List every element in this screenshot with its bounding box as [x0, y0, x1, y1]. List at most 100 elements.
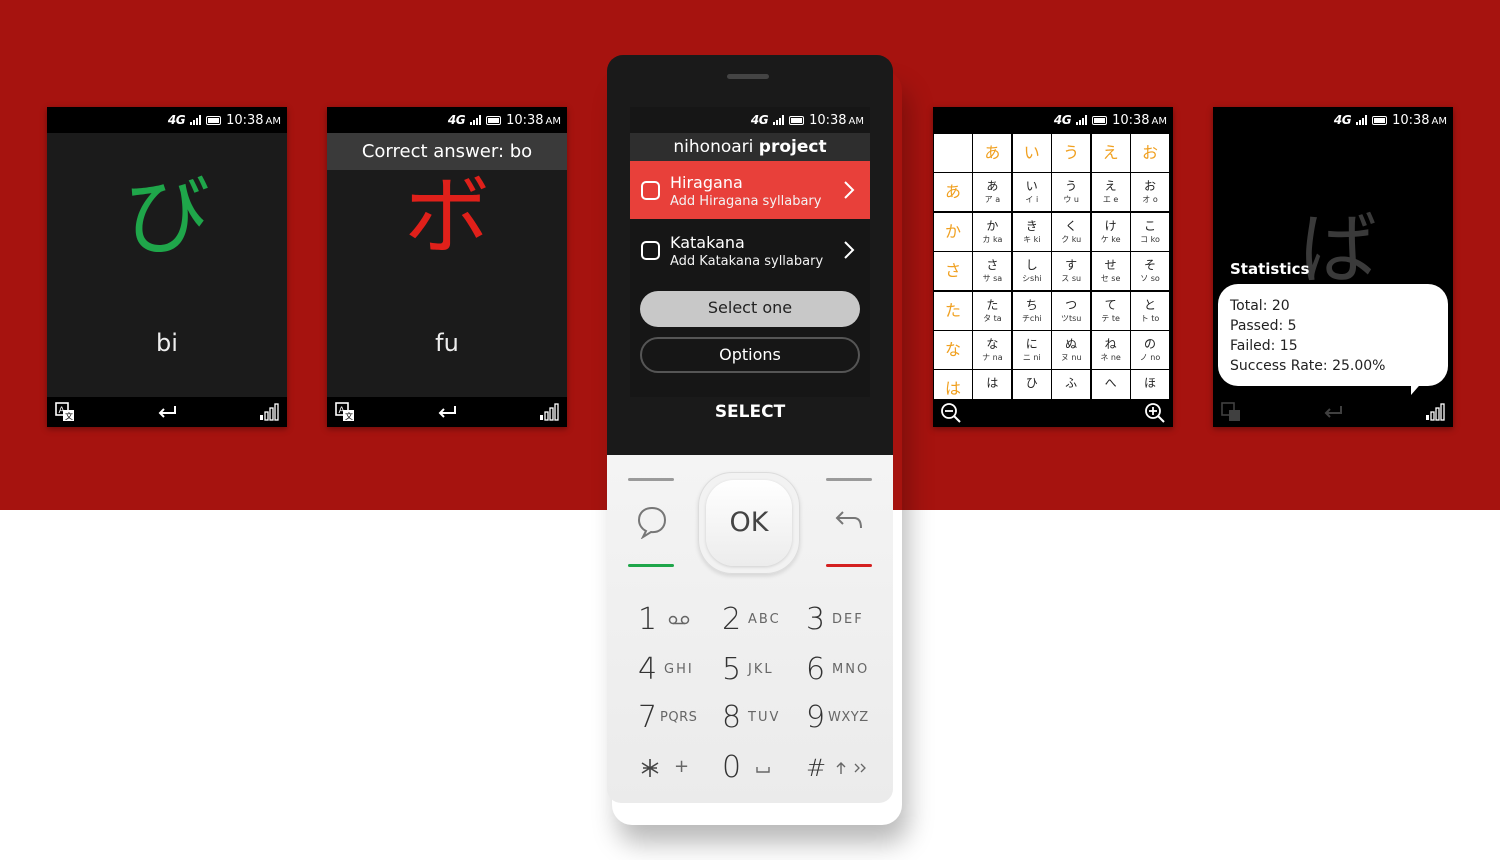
- chevron-right-icon: [844, 241, 855, 259]
- select-one-button[interactable]: Select one: [640, 291, 860, 327]
- correct-answer-banner: Correct answer: bo: [327, 133, 567, 170]
- kana-cell[interactable]: けケ ke: [1091, 212, 1130, 251]
- row-header: あ: [934, 173, 972, 212]
- kana-cell[interactable]: ねネ ne: [1091, 331, 1130, 369]
- hiragana-label: ふ: [1065, 376, 1078, 391]
- katakana-romaji-label: セ se: [1100, 274, 1121, 284]
- kana-cell[interactable]: とト to: [1131, 291, 1169, 330]
- options-button[interactable]: Options: [640, 337, 860, 373]
- kana-cell[interactable]: そソ so: [1131, 252, 1169, 291]
- key-star[interactable]: +: [638, 748, 718, 788]
- signal-bars-icon: [1356, 115, 1368, 125]
- kana-cell[interactable]: くク ku: [1052, 212, 1091, 251]
- hiragana-label: す: [1065, 258, 1078, 273]
- menu-item-katakana[interactable]: Katakana Add Katakana syllabary: [630, 221, 870, 279]
- translate-icon[interactable]: A文: [53, 402, 77, 422]
- kana-character: ボ: [404, 167, 490, 267]
- network-label: 4G: [1333, 113, 1352, 127]
- kana-cell[interactable]: にニ ni: [1012, 331, 1051, 369]
- katakana-romaji-label: ウ u: [1063, 195, 1079, 205]
- hiragana-label: ひ: [1025, 376, 1038, 391]
- column-header: お: [1131, 134, 1169, 172]
- kana-cell[interactable]: おオ o: [1131, 173, 1169, 212]
- kana-cell[interactable]: うウ u: [1052, 173, 1091, 212]
- right-softkey[interactable]: [826, 478, 872, 481]
- left-softkey[interactable]: [628, 478, 674, 481]
- key-1[interactable]: 1: [638, 600, 718, 640]
- zoom-in-icon[interactable]: [1143, 403, 1167, 423]
- kana-cell[interactable]: さサ sa: [973, 252, 1012, 291]
- key-6[interactable]: 6 MNO: [806, 650, 886, 690]
- battery-icon: [1092, 115, 1108, 125]
- end-key-indicator[interactable]: [826, 564, 872, 567]
- hiragana-label: く: [1065, 218, 1078, 233]
- row-header: か: [934, 212, 972, 251]
- softkey-bar: [1213, 397, 1453, 427]
- network-label: 4G: [750, 113, 769, 127]
- checkbox-icon[interactable]: [641, 181, 660, 200]
- key-0[interactable]: 0: [722, 748, 802, 788]
- kana-cell[interactable]: つツtsu: [1052, 291, 1091, 330]
- message-icon[interactable]: [636, 505, 668, 539]
- menu-item-hiragana[interactable]: Hiragana Add Hiragana syllabary: [630, 161, 870, 219]
- kana-cell[interactable]: きキ ki: [1012, 212, 1051, 251]
- key-3[interactable]: 3 DEF: [806, 600, 886, 640]
- zoom-out-icon[interactable]: [939, 403, 963, 423]
- katakana-romaji-label: エ e: [1102, 195, 1119, 205]
- kana-cell[interactable]: こコ ko: [1131, 212, 1169, 251]
- signal-icon[interactable]: [537, 402, 561, 422]
- hiragana-label: た: [986, 297, 999, 312]
- key-hash[interactable]: #: [806, 748, 886, 788]
- signal-icon[interactable]: [1423, 402, 1447, 422]
- katakana-romaji-label: キ ki: [1023, 234, 1041, 244]
- svg-text:文: 文: [65, 411, 73, 421]
- hiragana-label: き: [1025, 218, 1038, 233]
- key-9[interactable]: 9 WXYZ: [806, 698, 886, 738]
- signal-bars-icon: [470, 115, 482, 125]
- call-key-indicator[interactable]: [628, 564, 674, 567]
- key-7[interactable]: 7 PQRS: [638, 698, 718, 738]
- translate-icon[interactable]: A文: [333, 402, 357, 422]
- kana-cell[interactable]: かカ ka: [973, 212, 1012, 251]
- back-icon[interactable]: [834, 508, 864, 534]
- hiragana-label: と: [1143, 297, 1156, 312]
- key-4[interactable]: 4 GHI: [638, 650, 718, 690]
- kana-cell[interactable]: ちチchi: [1012, 291, 1051, 330]
- katakana-romaji-label: ニ ni: [1022, 353, 1041, 362]
- flashcard-screen-wrong: 4G 10:38 AM Correct answer: bo ボ fu A文: [327, 107, 567, 427]
- kana-cell[interactable]: せセ se: [1091, 252, 1130, 291]
- row-header: さ: [934, 252, 972, 291]
- status-bar: 4G 10:38 AM: [327, 107, 567, 133]
- kana-cell[interactable]: てテ te: [1091, 291, 1130, 330]
- network-label: 4G: [1053, 113, 1072, 127]
- kana-cell[interactable]: あア a: [973, 173, 1012, 212]
- checkbox-icon[interactable]: [641, 241, 660, 260]
- signal-bars-icon: [1076, 115, 1088, 125]
- kana-cell[interactable]: ぬヌ nu: [1052, 331, 1091, 369]
- kana-cell[interactable]: いイ i: [1012, 173, 1051, 212]
- ok-button[interactable]: OK: [698, 472, 800, 574]
- enter-icon[interactable]: [155, 402, 179, 422]
- hiragana-label: け: [1104, 218, 1117, 233]
- kana-cell[interactable]: すス su: [1052, 252, 1091, 291]
- kana-cell[interactable]: えエ e: [1091, 173, 1130, 212]
- battery-icon: [486, 115, 502, 125]
- kana-cell[interactable]: なナ na: [973, 331, 1012, 369]
- key-5[interactable]: 5 JKL: [722, 650, 802, 690]
- softkey-select[interactable]: SELECT: [630, 402, 870, 422]
- voicemail-icon: [668, 615, 690, 625]
- enter-icon[interactable]: [435, 402, 459, 422]
- app-title: nihonoari project: [630, 133, 870, 161]
- kana-cell[interactable]: のノ no: [1131, 331, 1169, 369]
- katakana-romaji-label: ヌ nu: [1060, 353, 1082, 362]
- key-8[interactable]: 8 TUV: [722, 698, 802, 738]
- battery-icon: [789, 115, 805, 125]
- signal-icon[interactable]: [257, 402, 281, 422]
- hiragana-label: い: [1025, 179, 1038, 194]
- status-bar: 4G 10:38 AM: [933, 107, 1173, 133]
- key-2[interactable]: 2 ABC: [722, 600, 802, 640]
- row-header: な: [934, 331, 972, 369]
- kana-cell[interactable]: たタ ta: [973, 291, 1012, 330]
- hiragana-label: ほ: [1143, 376, 1156, 391]
- kana-cell[interactable]: しシshi: [1012, 252, 1051, 291]
